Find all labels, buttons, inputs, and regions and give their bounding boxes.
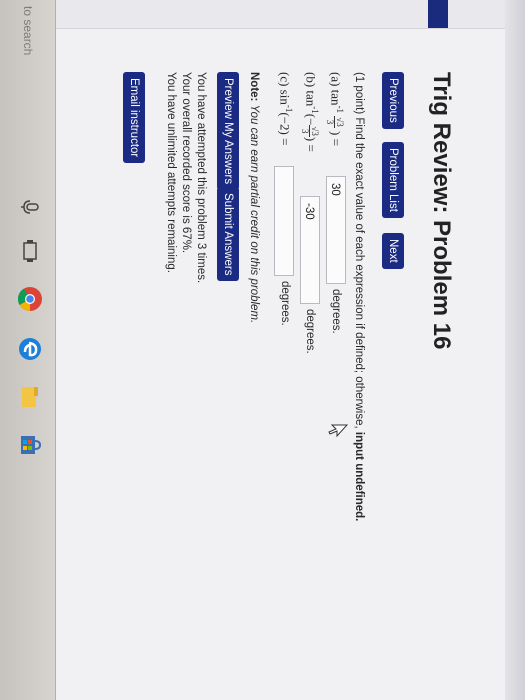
part-b-fraction: √3 3 xyxy=(300,125,321,137)
answer-b-input[interactable]: -30 xyxy=(300,196,320,304)
part-b-equals: ) = xyxy=(303,136,319,152)
status-remaining: You have unlimited attempts remaining. xyxy=(165,72,177,273)
part-b-expression: (b) tan-1(− √3 3) = xyxy=(300,72,320,152)
part-a-frac-den: 3 xyxy=(325,119,336,125)
chrome-icon[interactable] xyxy=(15,284,45,314)
rotated-screen: Trig Review: Problem 16 Previous Problem… xyxy=(0,0,525,700)
part-a-label: (a) tan xyxy=(328,72,344,106)
part-c-mid: (−2) = xyxy=(277,112,293,146)
next-button[interactable]: Next xyxy=(382,233,404,269)
part-b-frac-num: √3 xyxy=(309,125,321,137)
part-b-unit: degrees. xyxy=(304,309,316,354)
task-view-icon[interactable] xyxy=(15,236,45,266)
page-title: Trig Review: Problem 16 xyxy=(428,72,455,350)
windows-taskbar: to search xyxy=(0,0,56,700)
part-b-sup: -1 xyxy=(310,106,320,114)
preview-answers-button[interactable]: Preview My Answers xyxy=(217,72,239,191)
store-icon[interactable] xyxy=(15,430,45,460)
submit-answers-button[interactable]: Submit Answers xyxy=(217,187,239,282)
part-a-unit: degrees. xyxy=(330,289,342,334)
part-b-mid: (− xyxy=(303,113,319,126)
microphone-icon[interactable] xyxy=(15,192,45,222)
previous-button[interactable]: Previous xyxy=(382,72,404,129)
part-a-fraction: √3 3 xyxy=(325,116,346,128)
part-c-label: (c) sin xyxy=(277,72,293,105)
window-edge xyxy=(505,0,525,700)
taskbar-search[interactable]: to search xyxy=(21,6,35,55)
part-b-frac-den: 3 xyxy=(300,128,311,134)
part-a-equals: ) = xyxy=(328,131,344,146)
mouse-cursor-icon xyxy=(328,424,348,438)
status-score: Your overall recorded score is 67%. xyxy=(180,72,192,254)
edge-browser-icon[interactable] xyxy=(15,334,45,364)
problem-list-button[interactable]: Problem List xyxy=(382,142,404,218)
part-c-expression: (c) sin-1(−2) = xyxy=(277,72,294,145)
side-tab-active[interactable] xyxy=(428,0,448,28)
part-c-unit: degrees. xyxy=(279,281,291,326)
answer-c-input[interactable] xyxy=(274,166,294,276)
status-attempts: You have attempted this problem 3 times. xyxy=(195,72,207,284)
prompt-bold: input undefined. xyxy=(353,431,365,522)
note-text: You can earn partial credit on this prob… xyxy=(248,104,260,324)
note: Note: You can earn partial credit on thi… xyxy=(248,72,260,323)
part-a-sup: -1 xyxy=(335,105,345,114)
part-a-frac-num: √3 xyxy=(334,116,346,128)
answer-a-input[interactable]: 30 xyxy=(326,176,346,284)
note-label: Note: xyxy=(248,72,260,102)
email-instructor-button[interactable]: Email instructor xyxy=(123,72,145,164)
prompt-text: (1 point) Find the exact value of each e… xyxy=(353,72,365,432)
part-b-label: (b) tan xyxy=(303,72,319,107)
problem-prompt: (1 point) Find the exact value of each e… xyxy=(353,72,365,521)
webwork-page: Trig Review: Problem 16 Previous Problem… xyxy=(55,0,505,700)
part-a-expression: (a) tan-1 √3 3 ) = xyxy=(325,72,345,146)
file-explorer-icon[interactable] xyxy=(15,382,45,412)
